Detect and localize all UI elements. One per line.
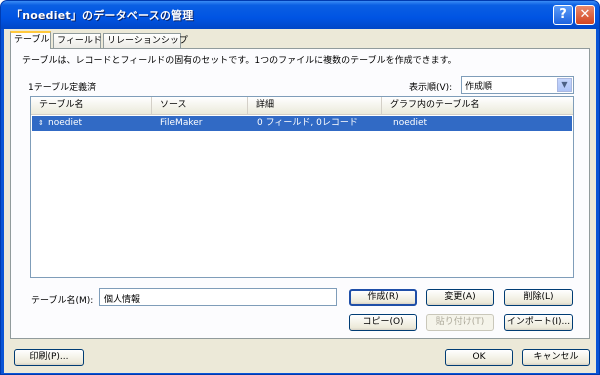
column-header-source[interactable]: ソース	[152, 97, 248, 114]
table-row[interactable]: ⇕ noediet FileMaker 0 フィールド, 0レコード noedi…	[32, 116, 572, 131]
import-button[interactable]: インポート(I)...	[504, 314, 573, 331]
tab-label: テーブル	[14, 35, 50, 45]
table-name-value: 個人情報	[104, 295, 141, 305]
sort-order-value: 作成順	[465, 82, 493, 92]
row-details: 0 フィールド, 0レコード	[257, 118, 358, 128]
sort-arrows-icon[interactable]: ⇕	[38, 116, 44, 131]
delete-button[interactable]: 削除(L)	[504, 289, 573, 306]
chevron-down-icon[interactable]: ▼	[557, 78, 572, 92]
change-button[interactable]: 変更(A)	[426, 289, 494, 306]
create-button[interactable]: 作成(R)	[349, 289, 417, 306]
print-button[interactable]: 印刷(P)...	[14, 349, 84, 366]
close-icon[interactable]: ✕	[575, 5, 595, 25]
row-source: FileMaker	[160, 118, 203, 128]
copy-button[interactable]: コピー(O)	[349, 314, 417, 331]
paste-button[interactable]: 貼り付け(T)	[426, 314, 494, 331]
table-list-header: テーブル名 ソース 詳細 グラフ内のテーブル名	[31, 97, 573, 115]
tab-label: フィールド	[57, 36, 102, 46]
sort-order-label: 表示順(V):	[409, 83, 453, 93]
tab-fields[interactable]: フィールド	[53, 33, 102, 48]
tab-label: リレーションシップ	[107, 36, 188, 46]
table-name-input[interactable]: 個人情報	[99, 288, 337, 306]
title-bar[interactable]: 「noediet」のデータベースの管理 ? ✕	[1, 1, 599, 29]
description-text: テーブルは、レコードとフィールドの固有のセットです。1つのファイルに複数のテーブ…	[22, 56, 457, 66]
ok-button[interactable]: OK	[445, 349, 513, 366]
sort-order-select[interactable]: 作成順 ▼	[461, 76, 574, 94]
column-header-details[interactable]: 詳細	[248, 97, 382, 114]
column-header-graph-table-name[interactable]: グラフ内のテーブル名	[382, 97, 573, 114]
table-list[interactable]: テーブル名 ソース 詳細 グラフ内のテーブル名 ⇕ noediet FileMa…	[30, 96, 574, 278]
dialog-title: 「noediet」のデータベースの管理	[11, 9, 194, 22]
tab-tables[interactable]: テーブル	[10, 31, 51, 49]
tab-relationships[interactable]: リレーションシップ	[103, 33, 188, 48]
table-name-label: テーブル名(M):	[31, 296, 94, 306]
cancel-button[interactable]: キャンセル	[522, 349, 590, 366]
row-table-name: noediet	[48, 118, 83, 128]
row-graph-table-name: noediet	[393, 118, 428, 128]
help-icon[interactable]: ?	[553, 5, 573, 25]
column-header-table-name[interactable]: テーブル名	[31, 97, 152, 114]
manage-database-dialog: 「noediet」のデータベースの管理 ? ✕ テーブル フィールド リレーショ…	[0, 0, 600, 375]
table-count-label: 1テーブル定義済	[28, 83, 97, 93]
